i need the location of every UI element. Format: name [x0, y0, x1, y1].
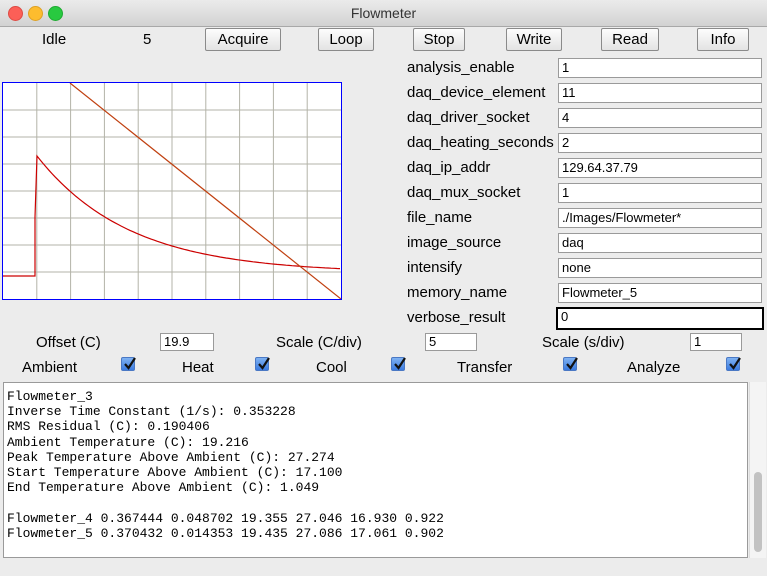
loop-button[interactable]: Loop — [318, 28, 374, 51]
param-label-analysis-enable: analysis_enable — [407, 59, 515, 76]
output-scrollbar[interactable] — [749, 382, 766, 558]
param-field-memory-name[interactable]: Flowmeter_5 — [558, 283, 762, 303]
param-label-daq-device-element: daq_device_element — [407, 84, 546, 101]
status-count: 5 — [143, 31, 152, 48]
param-field-file-name[interactable]: ./Images/Flowmeter* — [558, 208, 762, 228]
info-button[interactable]: Info — [697, 28, 749, 51]
checkmark-icon — [566, 357, 578, 370]
status-state: Idle — [42, 31, 67, 48]
scrollbar-thumb[interactable] — [754, 472, 762, 552]
param-label-file-name: file_name — [407, 209, 473, 226]
param-label-verbose-result: verbose_result — [407, 309, 506, 326]
read-button[interactable]: Read — [601, 28, 659, 51]
window-title: Flowmeter — [350, 5, 417, 21]
param-label-daq-ip-addr: daq_ip_addr — [407, 159, 491, 176]
acquire-button[interactable]: Acquire — [205, 28, 281, 51]
param-field-image-source[interactable]: daq — [558, 233, 762, 253]
checkbox-analyze[interactable] — [726, 357, 741, 371]
param-label-daq-mux-socket: daq_mux_socket — [407, 184, 521, 201]
param-label-daq-heating-seconds: daq_heating_seconds — [407, 134, 554, 151]
offset-field[interactable]: 19.9 — [160, 333, 214, 351]
write-button[interactable]: Write — [506, 28, 562, 51]
scale-c-field[interactable]: 5 — [425, 333, 477, 351]
param-label-image-source: image_source — [407, 234, 502, 251]
scale-s-field[interactable]: 1 — [690, 333, 742, 351]
param-field-daq-device-element[interactable]: 11 — [558, 83, 762, 103]
param-label-memory-name: memory_name — [407, 284, 508, 301]
output-log[interactable]: Flowmeter_3 Inverse Time Constant (1/s):… — [3, 382, 748, 558]
scale-c-label: Scale (C/div) — [276, 334, 362, 351]
stop-button[interactable]: Stop — [413, 28, 465, 51]
checkbox-label-transfer: Transfer — [457, 359, 513, 376]
checkbox-transfer[interactable] — [563, 357, 578, 371]
checkbox-ambient[interactable] — [121, 357, 136, 371]
plot-canvas — [3, 83, 341, 299]
param-field-daq-ip-addr[interactable]: 129.64.37.79 — [558, 158, 762, 178]
temperature-plot — [2, 82, 342, 300]
checkmark-icon — [729, 357, 741, 370]
output-text: Flowmeter_3 Inverse Time Constant (1/s):… — [7, 389, 444, 541]
param-field-daq-mux-socket[interactable]: 1 — [558, 183, 762, 203]
param-field-analysis-enable[interactable]: 1 — [558, 58, 762, 78]
scale-s-label: Scale (s/div) — [542, 334, 625, 351]
checkmark-icon — [258, 357, 270, 370]
title-bar: Flowmeter — [0, 0, 767, 27]
param-field-verbose-result[interactable]: 0 — [556, 307, 764, 330]
checkbox-label-heat: Heat — [182, 359, 214, 376]
param-field-intensify[interactable]: none — [558, 258, 762, 278]
offset-label: Offset (C) — [36, 334, 101, 351]
checkmark-icon — [394, 357, 406, 370]
checkbox-label-ambient: Ambient — [22, 359, 78, 376]
checkbox-cool[interactable] — [391, 357, 406, 371]
checkbox-heat[interactable] — [255, 357, 270, 371]
checkbox-label-cool: Cool — [316, 359, 347, 376]
checkbox-label-analyze: Analyze — [627, 359, 681, 376]
param-label-intensify: intensify — [407, 259, 463, 276]
checkmark-icon — [124, 357, 136, 370]
param-label-daq-driver-socket: daq_driver_socket — [407, 109, 530, 126]
param-field-daq-heating-seconds[interactable]: 2 — [558, 133, 762, 153]
param-field-daq-driver-socket[interactable]: 4 — [558, 108, 762, 128]
